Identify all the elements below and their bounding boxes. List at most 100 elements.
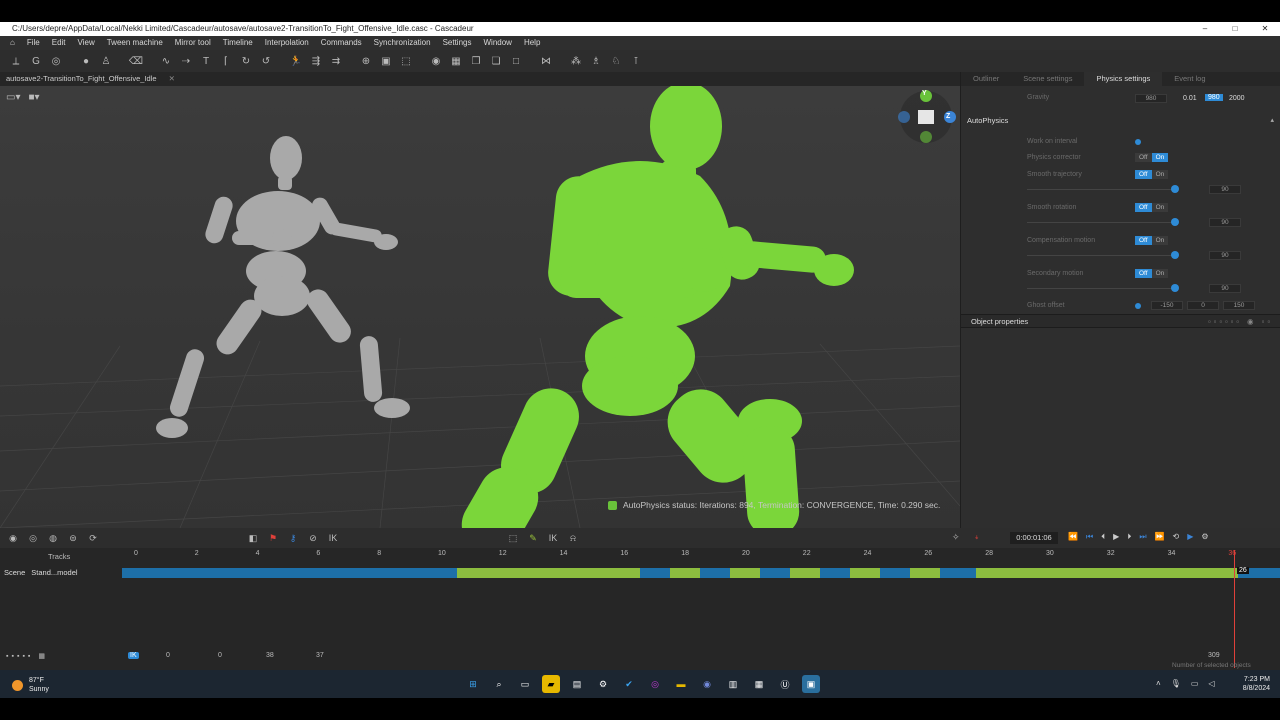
minimize-button[interactable]: – — [1190, 22, 1220, 36]
compensation-motion-slider[interactable] — [1027, 255, 1177, 256]
frame-start[interactable]: 0 — [166, 652, 170, 659]
gravity-field[interactable]: 980 — [1135, 94, 1167, 103]
ghost-offset-mid[interactable]: 0 — [1187, 301, 1219, 310]
global-icon[interactable]: G — [28, 53, 44, 69]
settings-gear-icon[interactable]: ⚙ — [1201, 532, 1208, 542]
auto-icon[interactable]: ⍾ — [566, 531, 580, 545]
prev-frame-icon[interactable]: ⏴ — [1101, 532, 1105, 542]
tab-physics-settings[interactable]: Physics settings — [1084, 72, 1163, 86]
speed-icon[interactable]: ▶ — [1187, 532, 1193, 542]
start-icon[interactable]: ⏮ — [1086, 532, 1093, 542]
smooth-rotation-toggle[interactable]: Off On — [1135, 203, 1169, 212]
play-icon[interactable]: ▶ — [1113, 532, 1119, 542]
menu-mirror-tool[interactable]: Mirror tool — [169, 36, 217, 50]
track-segment[interactable] — [640, 568, 670, 578]
app-icon-3[interactable]: ⚙ — [594, 675, 612, 693]
compensation-motion-value[interactable]: 90 — [1209, 251, 1241, 260]
track-segment[interactable] — [850, 568, 880, 578]
smooth-trajectory-slider[interactable] — [1027, 189, 1177, 190]
track-segment[interactable] — [760, 568, 790, 578]
document-tab[interactable]: autosave2-TransitionTo_Fight_Offensive_I… — [6, 74, 157, 83]
axis-icon[interactable]: ⟂ — [8, 53, 24, 69]
smooth-rotation-slider[interactable] — [1027, 222, 1177, 223]
model-label[interactable]: Stand...model — [31, 568, 77, 577]
menu-view[interactable]: View — [72, 36, 101, 50]
secondary-motion-toggle[interactable]: Off On — [1135, 269, 1169, 278]
close-tab-icon[interactable]: ✕ — [169, 74, 175, 83]
select-icon[interactable]: ⬚ — [506, 531, 520, 545]
track-segment[interactable] — [730, 568, 760, 578]
ghost-offset-radio[interactable] — [1135, 303, 1141, 309]
ik-toggle[interactable]: IK — [128, 652, 139, 659]
smooth-rotation-knob[interactable] — [1171, 218, 1179, 226]
frame-ruler[interactable]: 0 2 4 6 8 10 12 14 16 18 20 22 24 26 28 30 32 34 36 — [122, 550, 1280, 562]
track-segment[interactable] — [700, 568, 730, 578]
rewind-icon[interactable]: ⏪ — [1068, 532, 1078, 542]
model-track[interactable] — [122, 568, 1280, 578]
character-figure[interactable] — [452, 86, 854, 528]
physics-corrector-toggle[interactable]: Off On — [1135, 153, 1169, 162]
magnet-icon[interactable]: ✧ — [952, 532, 960, 543]
menu-settings[interactable]: Settings — [437, 36, 478, 50]
object-properties-header[interactable]: Object properties ▫▫▫▫▫▫ ◉ ▫▫ — [961, 314, 1280, 328]
ghost-offset-min[interactable]: -150 — [1151, 301, 1183, 310]
maximize-button[interactable]: □ — [1220, 22, 1250, 36]
sync-icon[interactable]: ⟳ — [86, 531, 100, 545]
frame-icon[interactable]: ⬚ — [398, 53, 414, 69]
copy-icon[interactable]: ❐ — [468, 53, 484, 69]
interval-icon[interactable]: ◎ — [26, 531, 40, 545]
text-icon[interactable]: T — [198, 53, 214, 69]
playhead-icon[interactable]: ⍖ — [974, 532, 979, 543]
mic-icon[interactable]: 🎙 — [1171, 679, 1181, 688]
discord-icon[interactable]: ◉ — [698, 675, 716, 693]
menu-help[interactable]: Help — [518, 36, 546, 50]
app-icon-4[interactable]: ✔ — [620, 675, 638, 693]
paste-icon[interactable]: ❏ — [488, 53, 504, 69]
no-icon[interactable]: ⊘ — [306, 531, 320, 545]
search-icon[interactable]: ⌕ — [490, 675, 508, 693]
ik-mode-icon[interactable]: IK — [546, 531, 560, 545]
reset-icon[interactable]: ↺ — [258, 53, 274, 69]
smooth-rotation-value[interactable]: 90 — [1209, 218, 1241, 227]
menu-window[interactable]: Window — [477, 36, 517, 50]
secondary-motion-value[interactable]: 90 — [1209, 284, 1241, 293]
secondary-motion-knob[interactable] — [1171, 284, 1179, 292]
box-icon[interactable]: □ — [508, 53, 524, 69]
person-icon[interactable]: ♙ — [98, 53, 114, 69]
layer-icons[interactable]: ▪▪▪▪▪ ▦ — [6, 652, 48, 660]
collapse-icon[interactable]: ▴ — [1270, 116, 1274, 124]
track-segment[interactable] — [670, 568, 700, 578]
tab-event-log[interactable]: Event log — [1162, 72, 1217, 86]
chevron-up-icon[interactable]: ˄ — [1156, 679, 1161, 688]
mirror-icon[interactable]: ⋈ — [538, 53, 554, 69]
folder-icon[interactable]: ▬ — [672, 675, 690, 693]
menu-synchronization[interactable]: Synchronization — [368, 36, 437, 50]
menu-timeline[interactable]: Timeline — [217, 36, 259, 50]
flag-icon[interactable]: ⚑ — [266, 531, 280, 545]
windows-start-icon[interactable]: ⊞ — [464, 675, 482, 693]
menu-tween-machine[interactable]: Tween machine — [101, 36, 169, 50]
rotate-icon[interactable]: ↻ — [238, 53, 254, 69]
tab-outliner[interactable]: Outliner — [961, 72, 1011, 86]
point-icon[interactable]: ● — [78, 53, 94, 69]
track-segment[interactable] — [790, 568, 820, 578]
tab-scene-settings[interactable]: Scene settings — [1011, 72, 1084, 86]
current-time-line[interactable] — [1234, 550, 1235, 668]
track-segment[interactable] — [820, 568, 850, 578]
eraser-icon[interactable]: ⌫ — [128, 53, 144, 69]
object-properties-icons[interactable]: ▫▫▫▫▫▫ ◉ ▫▫ — [1208, 315, 1273, 329]
grid-icon[interactable]: ▦ — [448, 53, 464, 69]
video-camera-icon[interactable]: ■▾ — [28, 92, 39, 103]
target-icon[interactable]: ⊕ — [358, 53, 374, 69]
monitor-icon[interactable]: ▭ — [1191, 679, 1199, 688]
autophysics-section[interactable]: AutoPhysics — [967, 116, 1008, 125]
ghost-figure[interactable] — [156, 136, 410, 438]
total-frames[interactable]: 309 — [1208, 652, 1220, 659]
gravity-current[interactable]: 980 — [1205, 94, 1223, 101]
bracket-icon[interactable]: ⌈ — [218, 53, 234, 69]
pin-icon[interactable]: ✎ — [526, 531, 540, 545]
cascadeur-icon[interactable]: ▣ — [802, 675, 820, 693]
secondary-motion-slider[interactable] — [1027, 288, 1177, 289]
menu-edit[interactable]: Edit — [46, 36, 72, 50]
trajectory-icon[interactable]: ⇢ — [178, 53, 194, 69]
